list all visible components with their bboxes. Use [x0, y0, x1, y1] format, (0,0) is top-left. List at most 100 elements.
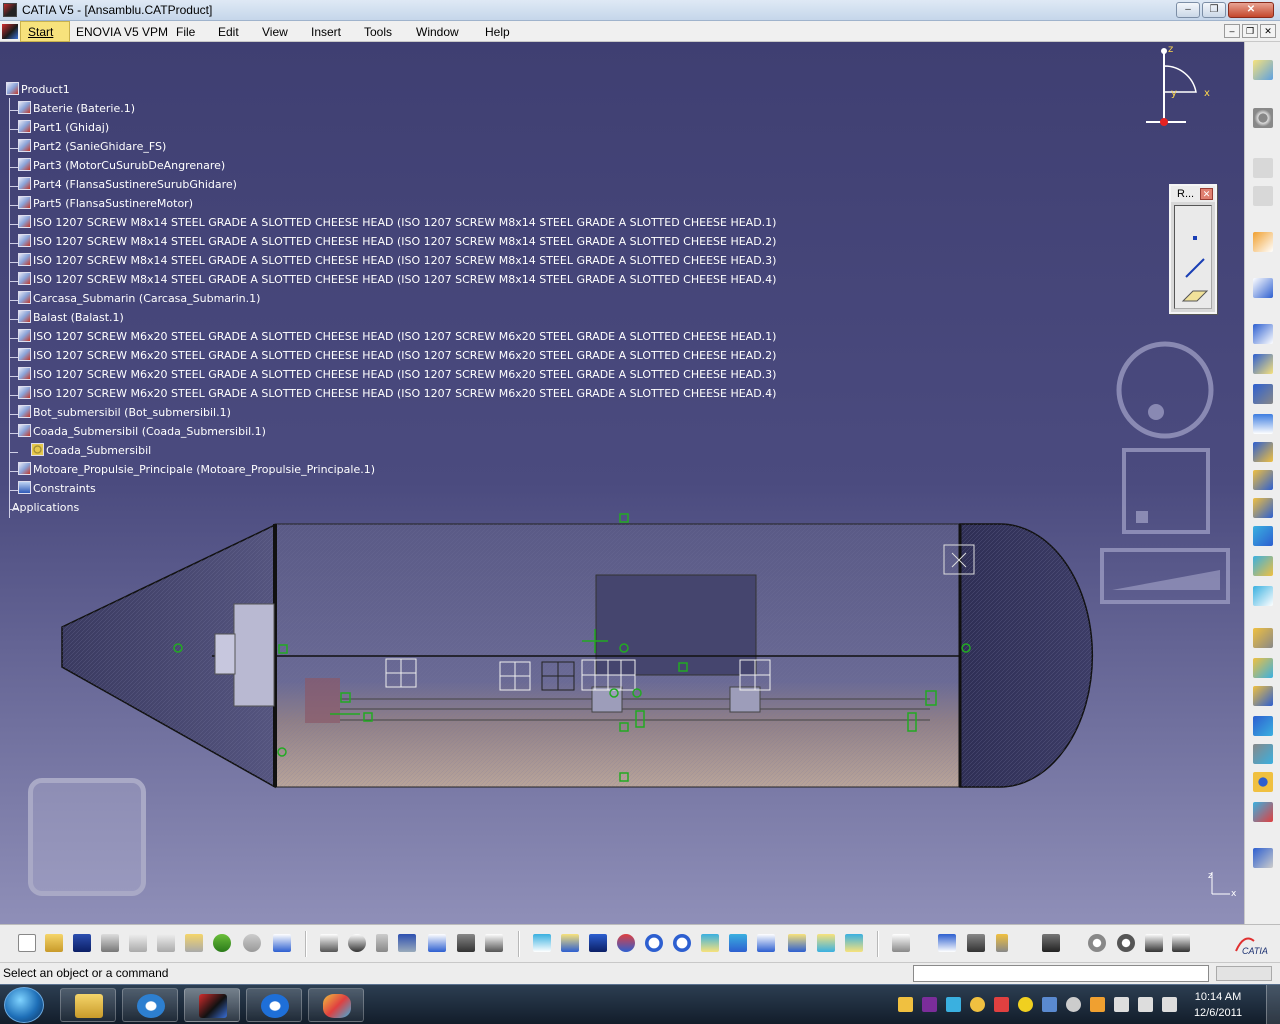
3d-viewport[interactable]: Product1 Baterie (Baterie.1) Part1 (Ghidaj…	[0, 42, 1244, 924]
graph-tree-reorder-icon[interactable]	[1253, 470, 1273, 490]
title-bar[interactable]: CATIA V5 - [Ansamblu.CATProduct] – ❐ ✕	[0, 0, 1280, 21]
tree-item[interactable]: Applications	[4, 500, 79, 519]
new-component-icon[interactable]	[1253, 324, 1273, 344]
settings-gear-icon[interactable]	[1253, 108, 1273, 128]
tree-item[interactable]: ISO 1207 SCREW M8x14 STEEL GRADE A SLOTT…	[9, 272, 776, 291]
tree-item[interactable]: ISO 1207 SCREW M8x14 STEEL GRADE A SLOTT…	[9, 253, 776, 272]
measure-between-icon[interactable]	[938, 934, 956, 952]
mdi-close-button[interactable]: ✕	[1260, 24, 1276, 38]
tree-item[interactable]: Part3 (MotorCuSurubDeAngrenare)	[9, 158, 225, 177]
palette-close-button[interactable]: ✕	[1200, 188, 1213, 200]
measure-item-icon[interactable]	[967, 934, 985, 952]
tray-flag-icon[interactable]	[1114, 997, 1129, 1012]
capture-camera-icon[interactable]	[1042, 934, 1060, 952]
generate-numbering-icon[interactable]	[1253, 498, 1273, 518]
windows-start-orb-icon[interactable]	[4, 987, 44, 1023]
tree-item[interactable]: Bot_submersibil (Bot_submersibil.1)	[9, 405, 231, 424]
tree-item[interactable]: Balast (Balast.1)	[9, 310, 124, 329]
fix-component-icon[interactable]	[1253, 744, 1273, 764]
point-icon[interactable]	[1193, 236, 1197, 240]
tray-yahoo-icon[interactable]	[1018, 997, 1033, 1012]
tree-item[interactable]: Part1 (Ghidaj)	[9, 120, 109, 139]
menu-enovia[interactable]: ENOVIA V5 VPM	[76, 25, 168, 39]
lock-icon[interactable]	[457, 934, 475, 952]
menu-window[interactable]: Window	[416, 25, 459, 39]
menu-edit[interactable]: Edit	[218, 25, 239, 39]
tray-bluetooth-icon[interactable]	[1042, 997, 1057, 1012]
show-desktop-button[interactable]	[1266, 985, 1280, 1024]
viewpoint-manipulator[interactable]	[1098, 338, 1234, 606]
angle-constraint-icon[interactable]	[1253, 716, 1273, 736]
tray-network-tool-icon[interactable]	[946, 997, 961, 1012]
snap-icon[interactable]	[1253, 556, 1273, 576]
tree-item[interactable]: ISO 1207 SCREW M6x20 STEEL GRADE A SLOTT…	[9, 386, 776, 405]
tree-item[interactable]: Carcasa_Submarin (Carcasa_Submarin.1)	[9, 291, 260, 310]
taskbar-clock[interactable]: 10:14 AM 12/6/2011	[1185, 989, 1251, 1021]
knowledge-icon[interactable]	[428, 934, 446, 952]
menu-help[interactable]: Help	[485, 25, 510, 39]
tray-network-icon[interactable]	[1138, 997, 1153, 1012]
tray-clock-app-icon[interactable]	[1066, 997, 1081, 1012]
reuse-pattern-icon[interactable]	[1253, 848, 1273, 868]
measure-inertia-icon[interactable]	[996, 934, 1008, 952]
catia-task[interactable]	[184, 988, 240, 1022]
tray-folder-icon[interactable]	[898, 997, 913, 1012]
plane-icon[interactable]	[1181, 286, 1209, 304]
catia-app-icon[interactable]	[3, 3, 17, 17]
new-part-icon[interactable]	[1253, 384, 1273, 404]
print-icon[interactable]	[101, 934, 119, 952]
fix-together-icon[interactable]	[1253, 772, 1273, 792]
paint-task[interactable]	[308, 988, 364, 1022]
catalog-browser-icon[interactable]	[892, 934, 910, 952]
line-icon[interactable]	[1183, 256, 1207, 280]
tray-onenote-icon[interactable]	[922, 997, 937, 1012]
tree-expand-icon[interactable]	[485, 934, 503, 952]
new-product-icon[interactable]	[1253, 354, 1273, 374]
select-arrow-icon[interactable]	[1253, 232, 1273, 252]
menu-file[interactable]: File	[176, 25, 195, 39]
minimize-button[interactable]: –	[1176, 2, 1200, 18]
tray-messenger-icon[interactable]	[970, 997, 985, 1012]
clash-icon[interactable]	[1088, 934, 1106, 952]
compass-widget[interactable]: z x y	[1140, 42, 1220, 132]
comment-icon[interactable]	[348, 934, 366, 952]
tray-security-icon[interactable]	[1090, 997, 1105, 1012]
navigation-thumbnail[interactable]	[28, 778, 146, 896]
coincidence-constraint-icon[interactable]	[1253, 628, 1273, 648]
redo-icon[interactable]	[243, 934, 261, 952]
tray-volume-icon[interactable]	[1162, 997, 1177, 1012]
measure-icon[interactable]	[376, 934, 388, 952]
tree-item[interactable]: Motoare_Propulsie_Principale (Motoare_Pr…	[9, 462, 375, 481]
component-icon[interactable]	[1253, 186, 1273, 206]
tree-item[interactable]: ISO 1207 SCREW M6x20 STEEL GRADE A SLOTT…	[9, 367, 776, 386]
command-options-button[interactable]	[1216, 966, 1272, 981]
rotate-icon[interactable]	[617, 934, 635, 952]
copy-icon[interactable]	[157, 934, 175, 952]
contact-constraint-icon[interactable]	[1253, 658, 1273, 678]
fly-mode-icon[interactable]	[533, 934, 551, 952]
sectioning-icon[interactable]	[1117, 934, 1135, 952]
help-icon[interactable]	[273, 934, 291, 952]
tree-item[interactable]: Coada_Submersibil	[9, 443, 151, 462]
explorer-task[interactable]	[60, 988, 116, 1022]
tree-item[interactable]: Part4 (FlansaSustinereSurubGhidare)	[9, 177, 237, 196]
tree-item[interactable]: Product1	[6, 82, 70, 101]
tree-item[interactable]: ISO 1207 SCREW M8x14 STEEL GRADE A SLOTT…	[9, 234, 776, 253]
internet-explorer-task[interactable]	[122, 988, 178, 1022]
teamviewer-task[interactable]	[246, 988, 302, 1022]
replace-component-icon[interactable]	[1253, 442, 1273, 462]
multi-view-icon[interactable]	[729, 934, 747, 952]
close-button[interactable]: ✕	[1228, 2, 1274, 18]
tree-item[interactable]: Constraints	[9, 481, 96, 500]
command-input[interactable]	[913, 965, 1209, 982]
catalog-icon[interactable]	[1253, 158, 1273, 178]
swap-visible-space-icon[interactable]	[845, 934, 863, 952]
tree-item[interactable]: ISO 1207 SCREW M6x20 STEEL GRADE A SLOTT…	[9, 329, 776, 348]
menu-start[interactable]: Start	[20, 21, 70, 42]
undo-icon[interactable]	[213, 934, 231, 952]
explode-icon[interactable]	[1253, 586, 1273, 606]
pan-icon[interactable]	[589, 934, 607, 952]
tree-item[interactable]: Part2 (SanieGhidare_FS)	[9, 139, 166, 158]
save-icon[interactable]	[73, 934, 91, 952]
sketch-icon[interactable]	[1253, 278, 1273, 298]
